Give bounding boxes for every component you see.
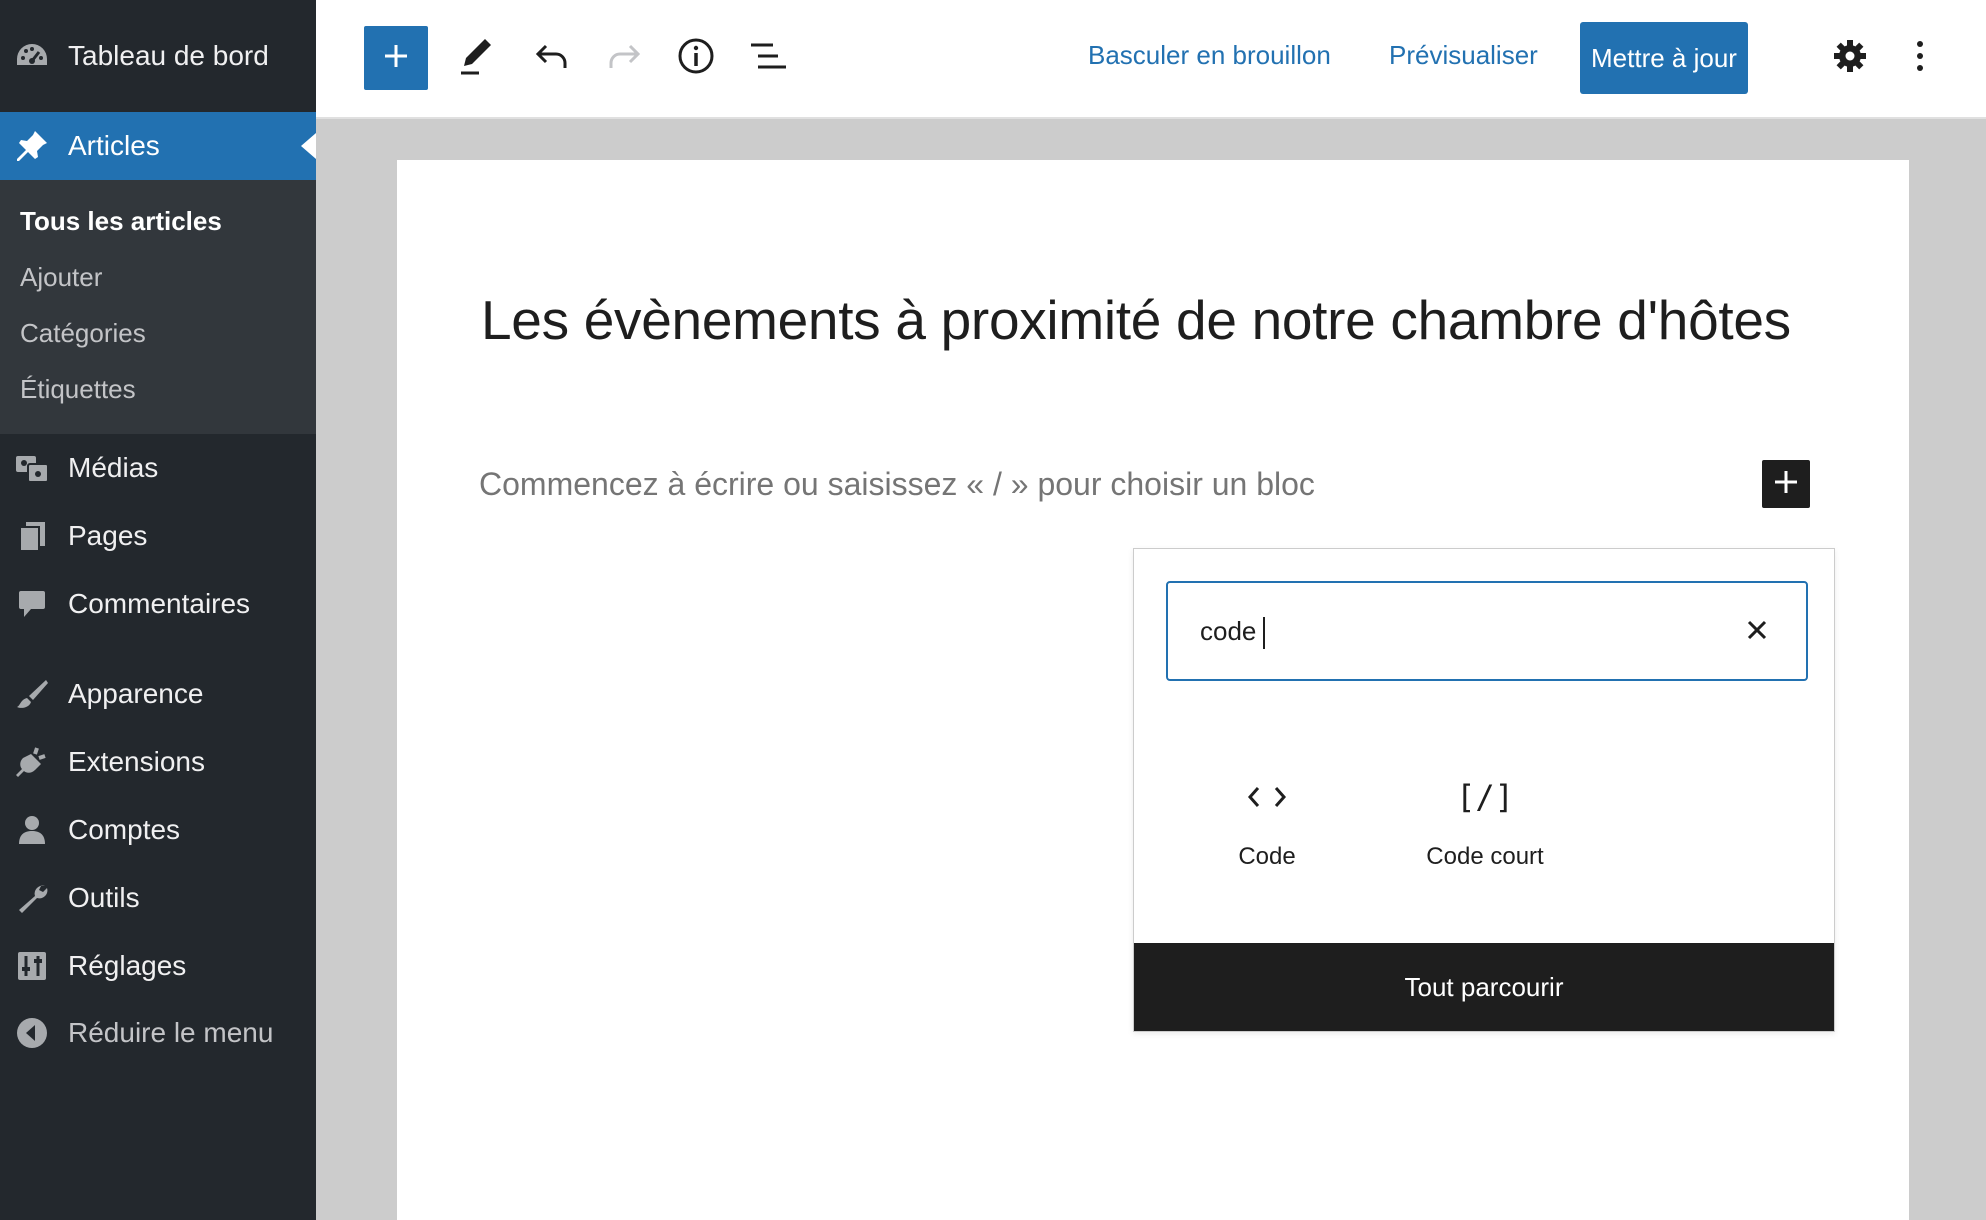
add-block-button[interactable] — [364, 26, 428, 90]
details-button[interactable] — [674, 36, 718, 80]
block-result-code[interactable]: Code — [1179, 767, 1355, 897]
sidebar-label: Tableau de bord — [68, 40, 269, 71]
clear-search-button[interactable] — [1742, 617, 1772, 647]
sidebar-label: Outils — [68, 882, 140, 913]
plus-icon — [1773, 469, 1799, 500]
admin-sidebar: Tableau de bord Articles Tous les articl… — [0, 0, 316, 1220]
submenu-tags[interactable]: Étiquettes — [20, 374, 136, 405]
code-icon — [1245, 767, 1289, 827]
pin-icon — [14, 128, 50, 164]
submenu-categories[interactable]: Catégories — [20, 318, 146, 349]
block-result-label: Code — [1238, 843, 1296, 870]
block-result-shortcode[interactable]: [/] Code court — [1397, 767, 1573, 897]
tools-button[interactable] — [454, 36, 498, 80]
sliders-icon — [14, 948, 50, 984]
list-view-button[interactable] — [746, 36, 790, 80]
media-icon — [14, 450, 50, 486]
sidebar-label: Réglages — [68, 950, 187, 981]
block-result-label: Code court — [1426, 843, 1544, 870]
sidebar-item-media[interactable]: Médias — [0, 448, 316, 488]
collapse-arrow-icon — [14, 1015, 50, 1051]
sidebar-label: Pages — [68, 520, 148, 551]
inline-add-block-button[interactable] — [1762, 460, 1810, 508]
submenu-add[interactable]: Ajouter — [20, 262, 102, 293]
sidebar-label: Commentaires — [68, 588, 251, 619]
sidebar-label: Comptes — [68, 814, 181, 845]
wrench-icon — [14, 880, 50, 916]
comment-icon — [14, 586, 50, 622]
block-search-box — [1166, 581, 1808, 681]
redo-button[interactable] — [602, 38, 646, 78]
posts-submenu: Tous les articles Ajouter Catégories Éti… — [0, 180, 316, 434]
block-inserter-popover: Code [/] Code court Tout parcourir — [1133, 548, 1835, 1032]
sidebar-item-settings[interactable]: Réglages — [0, 946, 316, 986]
sidebar-label: Articles — [68, 130, 160, 161]
settings-button[interactable] — [1828, 36, 1872, 80]
list-view-icon — [748, 40, 788, 77]
sidebar-item-pages[interactable]: Pages — [0, 516, 316, 556]
update-button[interactable]: Mettre à jour — [1580, 22, 1748, 94]
sidebar-item-comments[interactable]: Commentaires — [0, 584, 316, 624]
sidebar-item-tools[interactable]: Outils — [0, 878, 316, 918]
close-icon — [1746, 619, 1768, 646]
preview-button[interactable]: Prévisualiser — [1389, 40, 1538, 71]
block-placeholder[interactable]: Commencez à écrire ou saisissez « / » po… — [479, 466, 1315, 503]
sidebar-label: Apparence — [68, 678, 204, 709]
undo-icon — [534, 42, 570, 75]
pencil-icon — [458, 36, 494, 81]
switch-to-draft-button[interactable]: Basculer en brouillon — [1088, 40, 1331, 71]
post-title[interactable]: Les évènements à proximité de notre cham… — [481, 288, 1791, 352]
undo-button[interactable] — [530, 38, 574, 78]
sidebar-item-plugins[interactable]: Extensions — [0, 742, 316, 782]
gear-icon — [1833, 39, 1867, 78]
pages-icon — [14, 518, 50, 554]
editor-toolbar: Basculer en brouillon Prévisualiser Mett… — [316, 0, 1986, 119]
sidebar-label: Réduire le menu — [68, 1017, 274, 1048]
active-indicator — [301, 133, 316, 159]
sidebar-item-posts[interactable]: Articles — [0, 112, 316, 180]
plugin-icon — [14, 744, 50, 780]
sidebar-item-users[interactable]: Comptes — [0, 810, 316, 850]
sidebar-item-appearance[interactable]: Apparence — [0, 674, 316, 714]
plus-icon — [382, 42, 410, 75]
sidebar-collapse-button[interactable]: Réduire le menu — [0, 1013, 316, 1053]
sidebar-label: Médias — [68, 452, 159, 483]
options-button[interactable] — [1900, 36, 1940, 80]
shortcode-icon: [/] — [1456, 778, 1514, 816]
redo-icon — [606, 42, 642, 75]
vertical-ellipsis-icon — [1915, 39, 1925, 78]
brush-icon — [14, 676, 50, 712]
info-icon — [677, 37, 715, 80]
submenu-all-posts[interactable]: Tous les articles — [20, 206, 222, 237]
block-search-input[interactable] — [1200, 611, 1720, 651]
browse-all-button[interactable]: Tout parcourir — [1134, 943, 1834, 1031]
text-caret — [1263, 617, 1265, 649]
user-icon — [14, 812, 50, 848]
sidebar-item-dashboard[interactable]: Tableau de bord — [0, 22, 316, 90]
dashboard-icon — [14, 38, 50, 74]
sidebar-label: Extensions — [68, 746, 205, 777]
